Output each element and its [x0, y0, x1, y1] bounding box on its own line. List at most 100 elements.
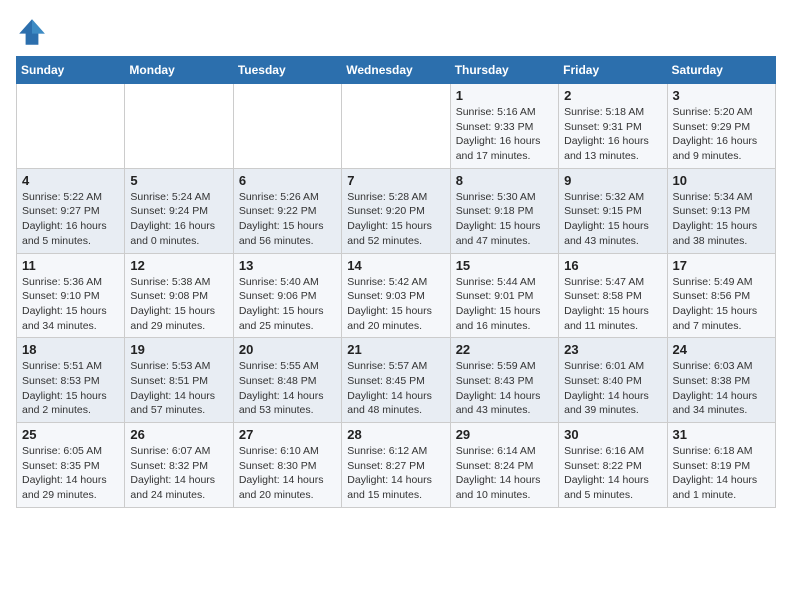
day-info: Sunrise: 6:16 AM Sunset: 8:22 PM Dayligh…	[564, 444, 661, 503]
calendar-cell: 14 Sunrise: 5:42 AM Sunset: 9:03 PM Dayli…	[342, 253, 450, 338]
calendar-cell: 21 Sunrise: 5:57 AM Sunset: 8:45 PM Dayli…	[342, 338, 450, 423]
calendar-cell: 20 Sunrise: 5:55 AM Sunset: 8:48 PM Dayli…	[233, 338, 341, 423]
day-number: 30	[564, 427, 661, 442]
calendar-cell: 28 Sunrise: 6:12 AM Sunset: 8:27 PM Dayli…	[342, 423, 450, 508]
day-info: Sunrise: 5:53 AM Sunset: 8:51 PM Dayligh…	[130, 359, 227, 418]
calendar-cell: 8 Sunrise: 5:30 AM Sunset: 9:18 PM Daylig…	[450, 168, 558, 253]
day-info: Sunrise: 5:34 AM Sunset: 9:13 PM Dayligh…	[673, 190, 770, 249]
calendar-header-row: SundayMondayTuesdayWednesdayThursdayFrid…	[17, 57, 776, 84]
day-number: 4	[22, 173, 119, 188]
day-info: Sunrise: 5:16 AM Sunset: 9:33 PM Dayligh…	[456, 105, 553, 164]
day-info: Sunrise: 5:57 AM Sunset: 8:45 PM Dayligh…	[347, 359, 444, 418]
day-number: 31	[673, 427, 770, 442]
day-number: 18	[22, 342, 119, 357]
day-number: 8	[456, 173, 553, 188]
day-number: 24	[673, 342, 770, 357]
calendar-cell: 7Sunrise: 5:28 AM Sunset: 9:20 PM Daylig…	[342, 168, 450, 253]
day-info: Sunrise: 5:49 AM Sunset: 8:56 PM Dayligh…	[673, 275, 770, 334]
calendar-cell: 16 Sunrise: 5:47 AM Sunset: 8:58 PM Dayli…	[559, 253, 667, 338]
weekday-header-sunday: Sunday	[17, 57, 125, 84]
calendar-cell: 2 Sunrise: 5:18 AM Sunset: 9:31 PM Daylig…	[559, 84, 667, 169]
day-info: Sunrise: 5:30 AM Sunset: 9:18 PM Dayligh…	[456, 190, 553, 249]
day-number: 16	[564, 258, 661, 273]
day-number: 13	[239, 258, 336, 273]
calendar-cell: 12Sunrise: 5:38 AM Sunset: 9:08 PM Dayli…	[125, 253, 233, 338]
day-info: Sunrise: 6:12 AM Sunset: 8:27 PM Dayligh…	[347, 444, 444, 503]
day-info: Sunrise: 5:36 AM Sunset: 9:10 PM Dayligh…	[22, 275, 119, 334]
calendar-week-row: 1 Sunrise: 5:16 AM Sunset: 9:33 PM Daylig…	[17, 84, 776, 169]
day-info: Sunrise: 6:18 AM Sunset: 8:19 PM Dayligh…	[673, 444, 770, 503]
calendar-cell: 25 Sunrise: 6:05 AM Sunset: 8:35 PM Dayli…	[17, 423, 125, 508]
day-info: Sunrise: 6:05 AM Sunset: 8:35 PM Dayligh…	[22, 444, 119, 503]
calendar-cell: 26Sunrise: 6:07 AM Sunset: 8:32 PM Dayli…	[125, 423, 233, 508]
day-number: 21	[347, 342, 444, 357]
calendar-cell: 31 Sunrise: 6:18 AM Sunset: 8:19 PM Dayli…	[667, 423, 775, 508]
calendar-cell: 9 Sunrise: 5:32 AM Sunset: 9:15 PM Daylig…	[559, 168, 667, 253]
calendar-cell: 5 Sunrise: 5:24 AM Sunset: 9:24 PM Daylig…	[125, 168, 233, 253]
day-info: Sunrise: 5:47 AM Sunset: 8:58 PM Dayligh…	[564, 275, 661, 334]
calendar-cell: 13Sunrise: 5:40 AM Sunset: 9:06 PM Dayli…	[233, 253, 341, 338]
page-header	[16, 16, 776, 48]
day-number: 15	[456, 258, 553, 273]
day-number: 25	[22, 427, 119, 442]
weekday-header-monday: Monday	[125, 57, 233, 84]
day-info: Sunrise: 5:55 AM Sunset: 8:48 PM Dayligh…	[239, 359, 336, 418]
day-number: 27	[239, 427, 336, 442]
calendar-cell: 11 Sunrise: 5:36 AM Sunset: 9:10 PM Dayli…	[17, 253, 125, 338]
day-number: 22	[456, 342, 553, 357]
calendar-week-row: 25 Sunrise: 6:05 AM Sunset: 8:35 PM Dayli…	[17, 423, 776, 508]
day-number: 10	[673, 173, 770, 188]
day-info: Sunrise: 5:38 AM Sunset: 9:08 PM Dayligh…	[130, 275, 227, 334]
day-info: Sunrise: 5:59 AM Sunset: 8:43 PM Dayligh…	[456, 359, 553, 418]
day-info: Sunrise: 6:01 AM Sunset: 8:40 PM Dayligh…	[564, 359, 661, 418]
calendar-week-row: 18Sunrise: 5:51 AM Sunset: 8:53 PM Dayli…	[17, 338, 776, 423]
day-number: 20	[239, 342, 336, 357]
calendar-week-row: 11 Sunrise: 5:36 AM Sunset: 9:10 PM Dayli…	[17, 253, 776, 338]
calendar-cell: 24 Sunrise: 6:03 AM Sunset: 8:38 PM Dayli…	[667, 338, 775, 423]
day-info: Sunrise: 5:22 AM Sunset: 9:27 PM Dayligh…	[22, 190, 119, 249]
day-info: Sunrise: 5:32 AM Sunset: 9:15 PM Dayligh…	[564, 190, 661, 249]
day-info: Sunrise: 5:24 AM Sunset: 9:24 PM Dayligh…	[130, 190, 227, 249]
day-number: 11	[22, 258, 119, 273]
day-number: 28	[347, 427, 444, 442]
day-number: 3	[673, 88, 770, 103]
calendar-cell: 15Sunrise: 5:44 AM Sunset: 9:01 PM Dayli…	[450, 253, 558, 338]
weekday-header-tuesday: Tuesday	[233, 57, 341, 84]
calendar-cell: 19 Sunrise: 5:53 AM Sunset: 8:51 PM Dayli…	[125, 338, 233, 423]
calendar-week-row: 4 Sunrise: 5:22 AM Sunset: 9:27 PM Daylig…	[17, 168, 776, 253]
day-number: 14	[347, 258, 444, 273]
day-number: 5	[130, 173, 227, 188]
day-number: 7	[347, 173, 444, 188]
calendar-cell: 30 Sunrise: 6:16 AM Sunset: 8:22 PM Dayli…	[559, 423, 667, 508]
day-info: Sunrise: 5:18 AM Sunset: 9:31 PM Dayligh…	[564, 105, 661, 164]
day-info: Sunrise: 6:03 AM Sunset: 8:38 PM Dayligh…	[673, 359, 770, 418]
logo-icon	[16, 16, 48, 48]
calendar-cell: 17 Sunrise: 5:49 AM Sunset: 8:56 PM Dayli…	[667, 253, 775, 338]
day-number: 17	[673, 258, 770, 273]
day-number: 23	[564, 342, 661, 357]
day-info: Sunrise: 5:20 AM Sunset: 9:29 PM Dayligh…	[673, 105, 770, 164]
day-info: Sunrise: 6:10 AM Sunset: 8:30 PM Dayligh…	[239, 444, 336, 503]
logo	[16, 16, 52, 48]
calendar-cell	[125, 84, 233, 169]
calendar-cell: 22 Sunrise: 5:59 AM Sunset: 8:43 PM Dayli…	[450, 338, 558, 423]
day-number: 2	[564, 88, 661, 103]
calendar-cell: 23 Sunrise: 6:01 AM Sunset: 8:40 PM Dayli…	[559, 338, 667, 423]
calendar-cell: 3 Sunrise: 5:20 AM Sunset: 9:29 PM Daylig…	[667, 84, 775, 169]
weekday-header-friday: Friday	[559, 57, 667, 84]
calendar-cell: 4 Sunrise: 5:22 AM Sunset: 9:27 PM Daylig…	[17, 168, 125, 253]
day-info: Sunrise: 6:07 AM Sunset: 8:32 PM Dayligh…	[130, 444, 227, 503]
day-info: Sunrise: 6:14 AM Sunset: 8:24 PM Dayligh…	[456, 444, 553, 503]
day-info: Sunrise: 5:42 AM Sunset: 9:03 PM Dayligh…	[347, 275, 444, 334]
day-number: 9	[564, 173, 661, 188]
day-info: Sunrise: 5:26 AM Sunset: 9:22 PM Dayligh…	[239, 190, 336, 249]
calendar-cell	[17, 84, 125, 169]
calendar-table: SundayMondayTuesdayWednesdayThursdayFrid…	[16, 56, 776, 508]
weekday-header-saturday: Saturday	[667, 57, 775, 84]
calendar-cell: 18Sunrise: 5:51 AM Sunset: 8:53 PM Dayli…	[17, 338, 125, 423]
day-number: 1	[456, 88, 553, 103]
day-number: 6	[239, 173, 336, 188]
day-number: 19	[130, 342, 227, 357]
calendar-cell: 1 Sunrise: 5:16 AM Sunset: 9:33 PM Daylig…	[450, 84, 558, 169]
calendar-cell	[342, 84, 450, 169]
